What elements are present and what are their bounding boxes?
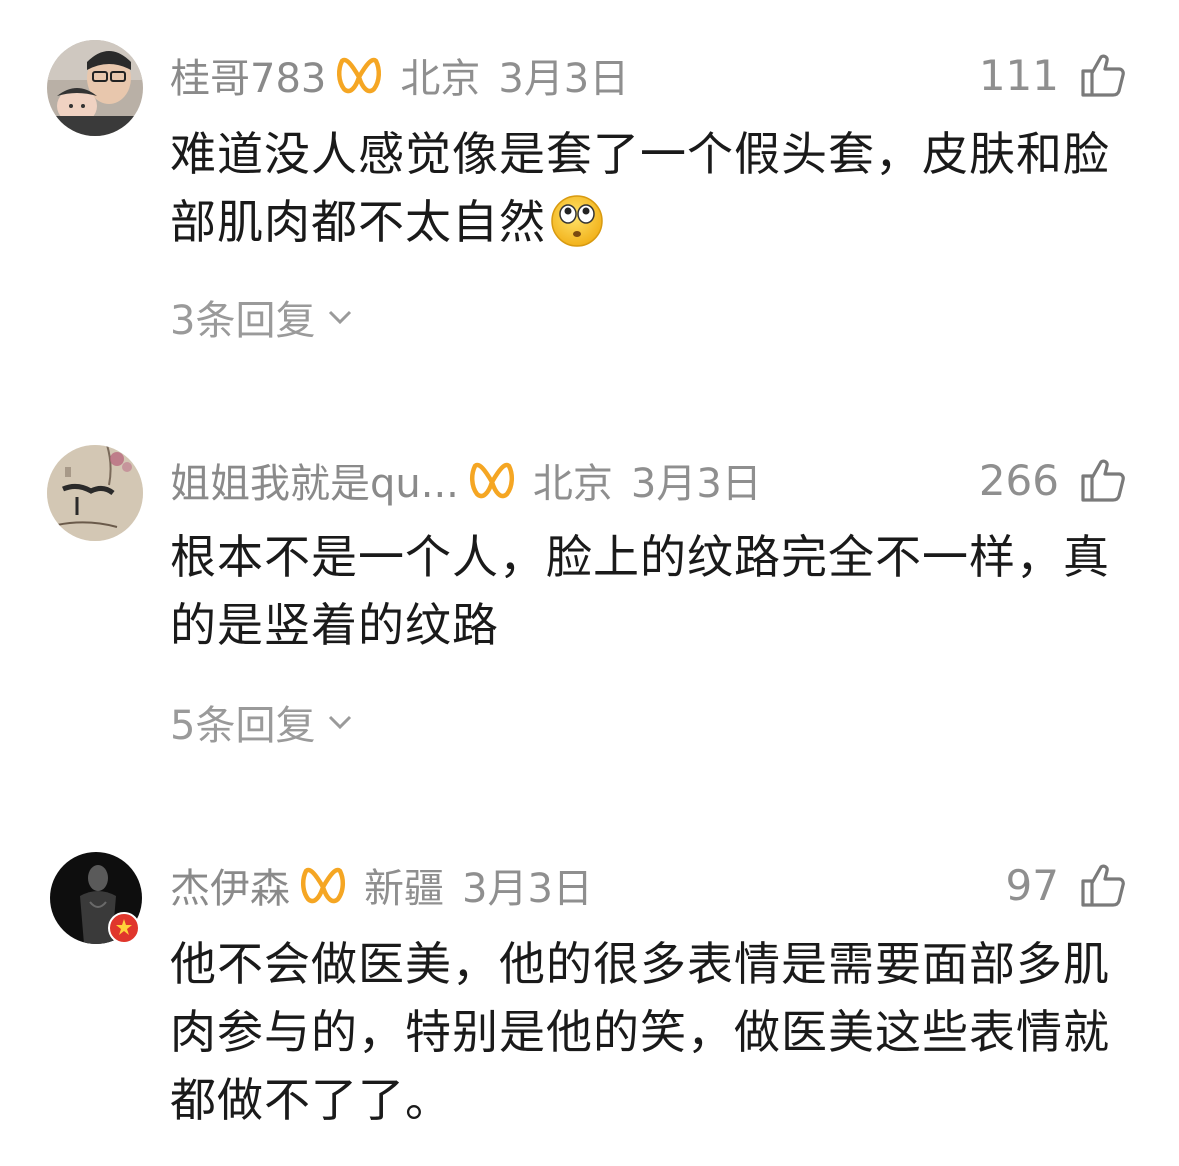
like-button[interactable]: 266 <box>979 445 1127 515</box>
thumbs-up-icon <box>1081 864 1125 907</box>
rolling-eyes-emoji-icon <box>551 195 603 247</box>
avatar-man-with-baby-icon <box>47 40 143 136</box>
avatar-ink-painting-icon <box>47 445 143 541</box>
thumbs-up-icon <box>1081 54 1125 97</box>
replies-count: 3条回复 <box>170 298 316 344</box>
like-button[interactable]: 111 <box>979 40 1127 110</box>
vip-badge-icon[interactable] <box>336 55 382 95</box>
username[interactable]: 杰伊森 <box>170 856 290 914</box>
username[interactable]: 桂哥783 <box>170 46 326 104</box>
like-button[interactable]: 97 <box>1006 850 1127 920</box>
replies-count: 5条回复 <box>170 703 316 749</box>
comment-meta: 杰伊森 新疆 3月3日 <box>170 850 1129 920</box>
avatar[interactable] <box>47 445 143 541</box>
thumbs-up-icon <box>1081 459 1125 502</box>
location: 北京 <box>400 56 481 102</box>
chevron-down-icon <box>329 715 352 730</box>
location: 北京 <box>532 461 613 507</box>
replies-toggle[interactable]: 5条回复 <box>170 693 353 751</box>
username[interactable]: 姐姐我就是qu... <box>170 451 459 509</box>
like-count: 97 <box>1005 860 1059 910</box>
vip-badge-icon[interactable] <box>469 460 515 500</box>
chevron-down-icon <box>329 310 352 325</box>
verified-badge-icon <box>108 912 140 944</box>
avatar[interactable] <box>47 40 143 136</box>
date: 3月3日 <box>498 56 630 102</box>
replies-toggle[interactable]: 3条回复 <box>170 288 353 346</box>
comment-text: 根本不是一个人，脸上的纹路完全不一样，真的是竖着的纹路 <box>170 530 1110 652</box>
location: 新疆 <box>364 866 444 912</box>
like-count: 266 <box>978 455 1059 505</box>
comment-text: 难道没人感觉像是套了一个假头套，皮肤和脸部肌肉都不太自然 <box>170 120 1130 256</box>
date: 3月3日 <box>462 866 593 912</box>
like-count: 111 <box>978 50 1059 100</box>
date: 3月3日 <box>630 461 762 507</box>
comment-text-content: 难道没人感觉像是套了一个假头套，皮肤和脸部肌肉都不太自然 <box>170 127 1110 249</box>
vip-badge-icon[interactable] <box>300 865 346 905</box>
comment-text: 他不会做医美，他的很多表情是需要面部多肌肉参与的，特别是他的笑，做医美这些表情就… <box>170 937 1110 1127</box>
